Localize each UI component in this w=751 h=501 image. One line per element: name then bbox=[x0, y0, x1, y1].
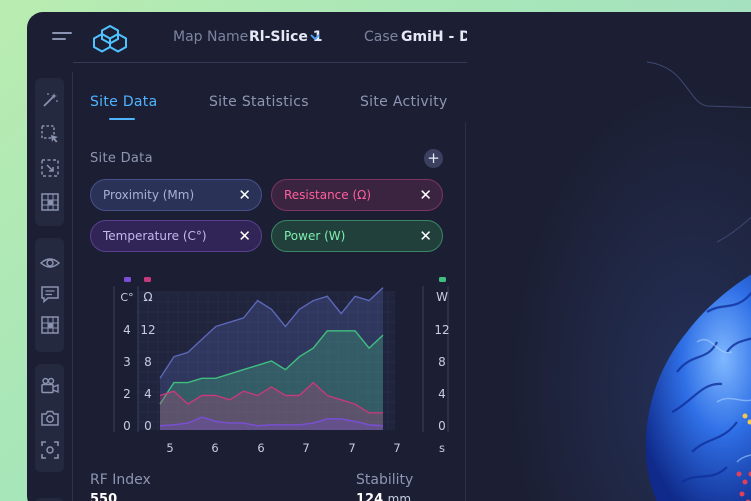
stability-unit: mm bbox=[387, 492, 412, 501]
stability-value: 124 mm bbox=[356, 492, 411, 501]
tick-label-resistance: 4 bbox=[144, 387, 152, 401]
chip-proximity-label: Proximity (Mm) bbox=[103, 188, 195, 202]
screenshot-icon[interactable] bbox=[40, 440, 60, 460]
menu-icon[interactable] bbox=[52, 32, 72, 46]
tick-label-temperature: 4 bbox=[123, 323, 131, 337]
case-label: Case bbox=[364, 29, 399, 45]
chip-resistance: Resistance (Ω) ✕ bbox=[271, 179, 443, 211]
chip-power: Power (W) ✕ bbox=[271, 220, 443, 252]
tick-label-temperature: 3 bbox=[123, 355, 131, 369]
tick-label-resistance: 0 bbox=[144, 419, 152, 433]
x-tick-label: 6 bbox=[211, 441, 218, 454]
tool-group-capture bbox=[35, 364, 64, 472]
tick-label-power: 4 bbox=[438, 387, 446, 401]
rf-index-value: 550 bbox=[90, 492, 118, 501]
crop-select-icon[interactable] bbox=[40, 158, 60, 178]
sidebar-divider bbox=[72, 72, 73, 501]
tick-label-resistance: 8 bbox=[144, 355, 152, 369]
axis-unit-proximity: mm bbox=[449, 291, 450, 304]
legend-marker-temperature bbox=[124, 277, 131, 282]
close-icon[interactable]: ✕ bbox=[419, 180, 432, 210]
close-icon[interactable]: ✕ bbox=[238, 180, 251, 210]
site-data-chart: C°ΩWmm432012840128403210566777s bbox=[113, 277, 450, 454]
chip-temperature-label: Temperature (C°) bbox=[103, 229, 207, 243]
axis-unit-resistance: Ω bbox=[143, 290, 152, 304]
comment-icon[interactable] bbox=[40, 284, 60, 304]
close-icon[interactable]: ✕ bbox=[238, 221, 251, 251]
tool-group-selection bbox=[35, 78, 64, 226]
camera-icon[interactable] bbox=[40, 408, 60, 428]
chip-temperature: Temperature (C°) ✕ bbox=[90, 220, 262, 252]
add-series-button[interactable]: + bbox=[424, 149, 443, 168]
grid-target-icon[interactable] bbox=[40, 315, 60, 335]
chip-resistance-label: Resistance (Ω) bbox=[284, 188, 372, 202]
axis-unit-power: W bbox=[436, 290, 448, 304]
stability-label: Stability bbox=[356, 472, 414, 488]
app-logo-icon bbox=[91, 24, 129, 54]
section-title: Site Data bbox=[90, 151, 153, 166]
app-window: Map Name Rl-Slice 1 Case GmiH - Def Site… bbox=[27, 12, 751, 501]
tick-label-temperature: 2 bbox=[123, 387, 131, 401]
grid-target-icon[interactable] bbox=[40, 192, 60, 212]
tick-label-power: 12 bbox=[434, 323, 449, 337]
axis-unit-temperature: C° bbox=[120, 291, 133, 304]
tab-site-statistics[interactable]: Site Statistics bbox=[209, 94, 309, 110]
brain-3d-view[interactable] bbox=[467, 12, 751, 501]
tick-label-temperature: 0 bbox=[123, 419, 131, 433]
chip-proximity: Proximity (Mm) ✕ bbox=[90, 179, 262, 211]
tool-group-view bbox=[35, 238, 64, 352]
stability-number: 124 bbox=[356, 492, 384, 501]
close-icon[interactable]: ✕ bbox=[419, 221, 432, 251]
video-camera-icon[interactable] bbox=[40, 376, 60, 396]
x-tick-label: 7 bbox=[348, 441, 355, 454]
tab-site-data[interactable]: Site Data bbox=[90, 94, 157, 110]
eye-icon[interactable] bbox=[40, 253, 60, 273]
active-tab-indicator bbox=[109, 118, 135, 120]
tick-label-power: 0 bbox=[438, 419, 446, 433]
x-tick-label: 6 bbox=[257, 441, 264, 454]
tick-label-power: 8 bbox=[438, 355, 446, 369]
chip-power-label: Power (W) bbox=[284, 229, 346, 243]
select-pointer-icon[interactable] bbox=[40, 124, 60, 144]
legend-marker-power bbox=[439, 277, 446, 282]
map-name-label: Map Name bbox=[173, 29, 249, 45]
legend-marker-resistance bbox=[144, 277, 151, 282]
x-tick-label: 7 bbox=[393, 441, 400, 454]
tick-label-resistance: 12 bbox=[140, 323, 155, 337]
panel-divider bbox=[465, 122, 466, 501]
tab-site-activity[interactable]: Site Activity bbox=[360, 94, 448, 110]
magic-wand-icon[interactable] bbox=[40, 90, 60, 110]
x-tick-label: 5 bbox=[166, 441, 173, 454]
rf-index-label: RF Index bbox=[90, 472, 151, 488]
chevron-down-icon[interactable] bbox=[310, 30, 320, 44]
x-tick-label: s bbox=[439, 441, 445, 454]
x-tick-label: 7 bbox=[302, 441, 309, 454]
